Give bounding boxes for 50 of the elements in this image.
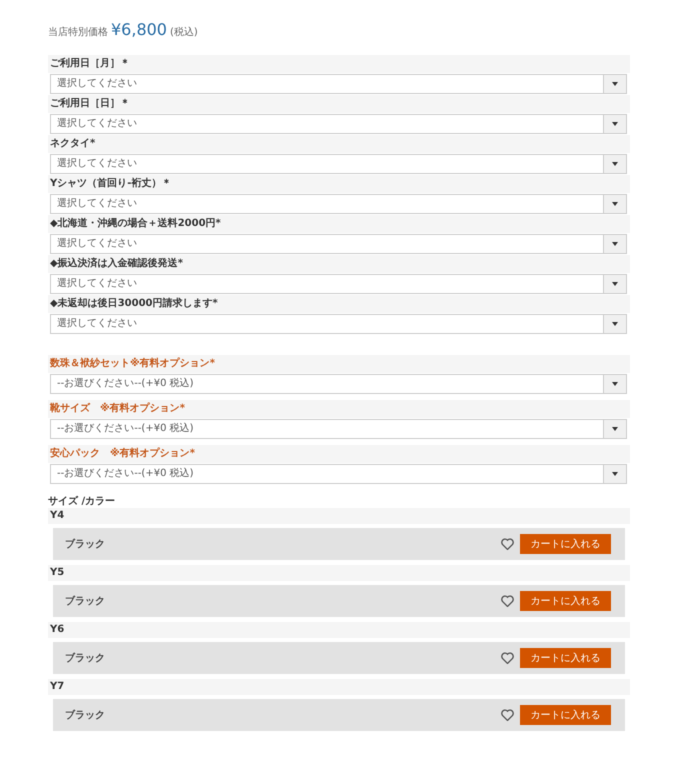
heart-icon[interactable] [501,652,514,664]
select-field[interactable]: 選択してください [50,314,627,334]
select-field[interactable]: 選択してください [50,194,627,214]
caret-icon [612,322,618,326]
field-label: ご利用日［月］＊ [48,55,630,73]
field-label: Yシャツ（首回り-裄丈）＊ [48,175,630,193]
size-heading: Y7 [48,679,630,695]
caret-icon [612,162,618,166]
color-name: ブラック [65,538,106,551]
section-title: サイズ /カラー [48,494,116,508]
size-heading: Y4 [48,508,630,524]
heart-icon[interactable] [501,709,514,721]
field-label: ◆北海道・沖縄の場合＋送料2000円* [48,215,630,233]
caret-icon [612,382,618,386]
field-label: ◆振込決済は入金確認後発送* [48,255,630,273]
caret-icon [612,82,618,86]
option-select[interactable]: --お選びください--(+¥0 税込) [50,419,627,439]
option-label: 靴サイズ ※有料オプション* [48,400,630,418]
caret-icon [612,472,618,476]
add-to-cart-button[interactable]: カートに入れる [520,534,611,554]
heart-icon[interactable] [501,538,514,550]
select-field[interactable]: 選択してください [50,154,627,174]
field-label: ◆未返却は後日30000円請求します* [48,295,630,313]
color-name: ブラック [65,708,106,722]
field-label: ネクタイ* [48,135,630,153]
color-name: ブラック [65,594,106,608]
caret-icon [612,122,618,126]
option-select[interactable]: --お選びください--(+¥0 税込) [50,374,627,394]
add-to-cart-button[interactable]: カートに入れる [520,705,611,725]
select-field[interactable]: 選択してください [50,234,627,254]
caret-icon [612,242,618,246]
select-field[interactable]: 選択してください [50,114,627,134]
add-to-cart-button[interactable]: カートに入れる [520,591,611,611]
add-to-cart-button[interactable]: カートに入れる [520,648,611,668]
size-heading: Y5 [48,565,630,581]
color-name: ブラック [65,652,106,665]
option-label: 数珠＆袱紗セット※有料オプション* [48,355,630,373]
caret-icon [612,202,618,206]
caret-icon [612,282,618,286]
heart-icon[interactable] [501,595,514,607]
size-heading: Y6 [48,622,630,638]
option-label: 安心パック ※有料オプション* [48,445,630,463]
field-label: ご利用日［日］＊ [48,95,630,113]
caret-icon [612,427,618,431]
select-field[interactable]: 選択してください [50,74,627,94]
price-amount: ¥6,800 [111,20,167,39]
select-field[interactable]: 選択してください [50,274,627,294]
price-label: 当店特別価格 [48,26,108,39]
tax-note: (税込) [170,26,198,39]
option-select[interactable]: --お選びください--(+¥0 税込) [50,464,627,484]
